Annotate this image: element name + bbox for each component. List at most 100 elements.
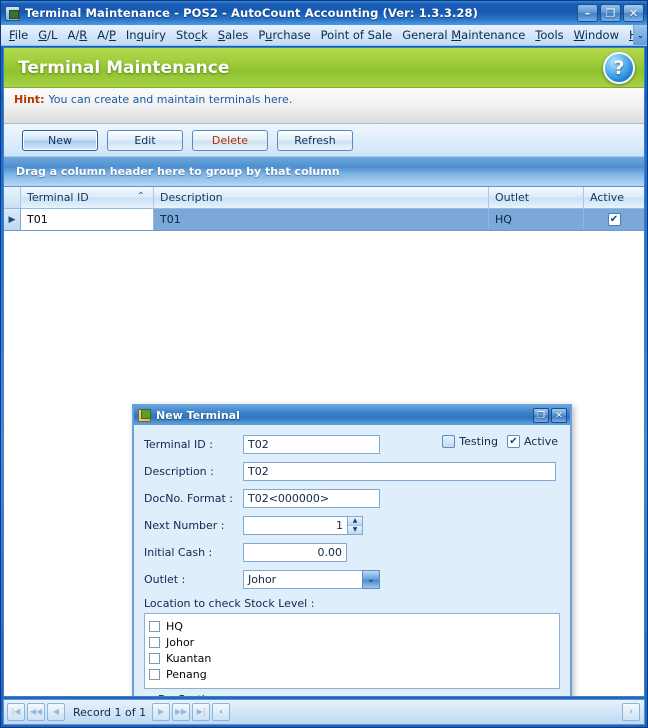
menu-item-gl[interactable]: G/L xyxy=(33,26,62,44)
grid-column-outlet[interactable]: Outlet xyxy=(489,187,584,208)
edit-button[interactable]: Edit xyxy=(107,129,183,151)
menu-bar: File G/L A/R A/P Inquiry Stock Sales Pur… xyxy=(1,25,647,46)
docno-format-label: DocNo. Format : xyxy=(144,492,233,505)
next-record-button[interactable]: ▶ xyxy=(152,703,171,721)
cell-description[interactable]: T01 xyxy=(154,209,489,230)
grid-column-terminal-id[interactable]: Terminal ID ⌃ xyxy=(21,187,154,208)
record-navigator: |◀ ◀◀ ◀ Record 1 of 1 ▶ ▶▶ ▶| ‹ › xyxy=(3,699,645,725)
location-checkbox[interactable] xyxy=(149,668,160,680)
description-input[interactable]: T02 xyxy=(243,462,556,481)
location-checklist[interactable]: HQ Johor Kuantan Penang xyxy=(144,613,560,689)
record-count-text: Record 1 of 1 xyxy=(73,705,147,719)
list-item[interactable]: Penang xyxy=(149,666,555,682)
menu-item-ap[interactable]: A/P xyxy=(92,26,121,44)
location-checkbox[interactable] xyxy=(149,620,160,632)
refresh-button[interactable]: Refresh xyxy=(277,129,353,151)
terminal-id-input[interactable]: T02 xyxy=(243,435,380,454)
delete-button[interactable]: Delete xyxy=(192,129,268,151)
dialog-close-button[interactable]: ✕ xyxy=(551,408,567,423)
for-posting-legend: For Posting xyxy=(154,693,223,696)
location-checkbox[interactable] xyxy=(149,636,160,648)
next-number-input[interactable]: 1 xyxy=(243,516,347,535)
minimize-button[interactable]: – xyxy=(577,4,598,22)
previous-page-button[interactable]: ◀◀ xyxy=(27,703,45,721)
window-title-bar: Terminal Maintenance - POS2 - AutoCount … xyxy=(1,1,647,25)
list-item[interactable]: Johor xyxy=(149,634,555,650)
testing-label: Testing xyxy=(459,435,498,448)
outlet-select[interactable]: Johor ⌄ xyxy=(243,570,380,589)
table-row[interactable]: ▶ T01 T01 HQ ✔ xyxy=(4,209,644,231)
window-controls: – ❐ ✕ xyxy=(577,4,644,22)
new-button[interactable]: New xyxy=(22,129,98,151)
chevron-down-icon[interactable]: ⌄ xyxy=(633,25,647,45)
hint-text: You can create and maintain terminals he… xyxy=(48,93,293,106)
active-checkbox-group[interactable]: ✔ Active xyxy=(506,435,558,448)
menu-item-file[interactable]: File xyxy=(4,26,33,44)
menu-item-general-maintenance[interactable]: General Maintenance xyxy=(397,26,530,44)
cell-active[interactable]: ✔ xyxy=(584,209,644,230)
form-icon xyxy=(138,409,151,422)
grid-column-active[interactable]: Active xyxy=(584,187,644,208)
first-record-button[interactable]: |◀ xyxy=(7,703,25,721)
chevron-down-icon[interactable]: ⌄ xyxy=(362,570,380,589)
initial-cash-label: Initial Cash : xyxy=(144,546,213,559)
description-label: Description : xyxy=(144,465,214,478)
location-label: HQ xyxy=(166,619,183,633)
menu-item-point-of-sale[interactable]: Point of Sale xyxy=(316,26,398,44)
cell-outlet[interactable]: HQ xyxy=(489,209,584,230)
hint-bar: Hint: You can create and maintain termin… xyxy=(4,88,644,124)
menu-item-sales[interactable]: Sales xyxy=(213,26,254,44)
menu-item-ar[interactable]: A/R xyxy=(62,26,92,44)
app-icon xyxy=(5,5,20,21)
cell-terminal-id[interactable]: T01 xyxy=(21,209,154,230)
group-by-panel[interactable]: Drag a column header here to group by th… xyxy=(4,157,644,187)
menu-item-stock[interactable]: Stock xyxy=(171,26,213,44)
dialog-window-controls: ❐ ✕ xyxy=(533,408,567,423)
field-row-next-number: Next Number : 1 ▲ ▼ xyxy=(139,514,560,537)
previous-record-button[interactable]: ◀ xyxy=(47,703,65,721)
menu-item-inquiry[interactable]: Inquiry xyxy=(121,26,171,44)
maximize-button[interactable]: ❐ xyxy=(600,4,621,22)
location-label: Johor xyxy=(166,635,195,649)
outlet-value[interactable]: Johor xyxy=(243,570,362,589)
grid-column-label: Outlet xyxy=(495,191,530,204)
dialog-flags: Testing ✔ Active xyxy=(442,435,558,448)
outlet-label: Outlet : xyxy=(144,573,186,586)
hint-label: Hint: xyxy=(14,93,45,106)
dialog-maximize-button[interactable]: ❐ xyxy=(533,408,549,423)
row-indicator-icon: ▶ xyxy=(4,209,21,230)
grid-column-description[interactable]: Description xyxy=(154,187,489,208)
initial-cash-input[interactable]: 0.00 xyxy=(243,543,347,562)
client-area: Terminal Maintenance ? Hint: You can cre… xyxy=(3,47,645,697)
docno-format-input[interactable]: T02<000000> xyxy=(243,489,380,508)
menu-item-window[interactable]: Window xyxy=(569,26,624,44)
menu-item-tools[interactable]: Tools xyxy=(530,26,568,44)
last-record-button[interactable]: ▶| xyxy=(192,703,211,721)
location-checkbox[interactable] xyxy=(149,652,160,664)
back-button[interactable]: ‹ xyxy=(212,703,231,721)
active-checkbox[interactable]: ✔ xyxy=(607,213,621,226)
list-item[interactable]: Kuantan xyxy=(149,650,555,666)
spinner-up-icon[interactable]: ▲ xyxy=(348,517,362,526)
spinner-down-icon[interactable]: ▼ xyxy=(348,526,362,534)
data-grid: Drag a column header here to group by th… xyxy=(4,157,644,696)
grid-header-indicator xyxy=(4,187,21,208)
list-item[interactable]: HQ xyxy=(149,618,555,634)
grid-header-row: Terminal ID ⌃ Description Outlet Active xyxy=(4,187,644,209)
dialog-body: Testing ✔ Active Terminal ID : T02 Descr… xyxy=(134,425,570,696)
grid-column-label: Active xyxy=(590,191,625,204)
help-icon[interactable]: ? xyxy=(603,52,635,84)
grid-column-label: Terminal ID xyxy=(27,191,89,204)
testing-checkbox[interactable] xyxy=(442,435,456,448)
close-button[interactable]: ✕ xyxy=(623,4,644,22)
menu-item-purchase[interactable]: Purchase xyxy=(253,26,315,44)
spinner-buttons[interactable]: ▲ ▼ xyxy=(347,516,363,535)
terminal-id-label: Terminal ID : xyxy=(144,438,213,451)
testing-checkbox-group[interactable]: Testing xyxy=(442,435,498,448)
next-number-stepper[interactable]: 1 ▲ ▼ xyxy=(243,516,363,535)
field-row-docno-format: DocNo. Format : T02<000000> xyxy=(139,487,560,510)
active-checkbox[interactable]: ✔ xyxy=(506,435,520,448)
next-page-button[interactable]: ▶▶ xyxy=(172,703,191,721)
forward-button[interactable]: › xyxy=(622,703,640,721)
window-title: Terminal Maintenance - POS2 - AutoCount … xyxy=(25,6,478,20)
